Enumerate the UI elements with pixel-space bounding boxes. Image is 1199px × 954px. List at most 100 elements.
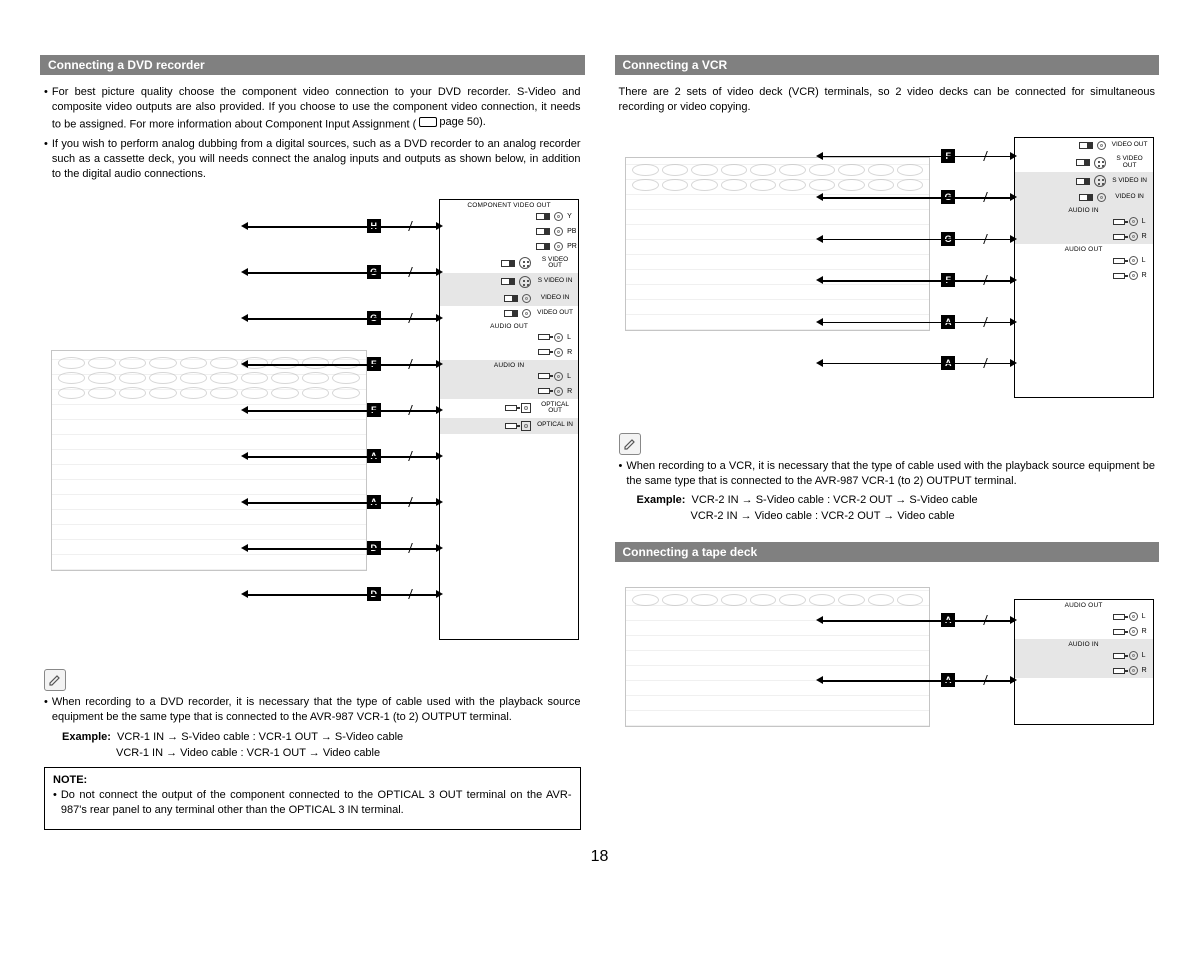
arrow-icon [436, 544, 443, 552]
cable-break-icon [983, 675, 997, 685]
device-section-title: AUDIO OUT [1015, 600, 1153, 609]
plug-icon [536, 213, 550, 220]
arrow-icon [436, 360, 443, 368]
arrow-icon [436, 406, 443, 414]
dvd-diagram: COMPONENT VIDEO OUT Y PB PR S VIDEO OUT … [40, 189, 585, 649]
plug-icon [538, 373, 550, 379]
jack-label: L [567, 373, 575, 380]
cable-break-icon [983, 192, 997, 202]
arrow-icon [816, 276, 823, 284]
device-row: VIDEO IN [1015, 190, 1153, 205]
arrow-icon [436, 222, 443, 230]
plug-icon [538, 388, 550, 394]
tape-device-box: AUDIO OUT L RAUDIO IN L R [1014, 599, 1154, 725]
rca-jack-icon [554, 348, 563, 357]
device-section-title: AUDIO OUT [1015, 244, 1153, 253]
arrow-icon [816, 235, 823, 243]
device-section-title: COMPONENT VIDEO OUT [440, 200, 578, 209]
arrow-icon [241, 268, 248, 276]
arrow-icon [436, 498, 443, 506]
dvd-header: Connecting a DVD recorder [40, 55, 585, 75]
example-label: Example: [62, 731, 111, 743]
jack-label: R [1142, 667, 1150, 674]
device-row: Y [440, 209, 578, 224]
note-text: Do not connect the output of the compone… [61, 788, 572, 818]
jack-label: R [1142, 628, 1150, 635]
device-row: L [440, 369, 578, 384]
dvd-bullet-1: • For best picture quality choose the co… [40, 85, 585, 132]
plug-icon [1113, 668, 1125, 674]
plug-icon [1113, 653, 1125, 659]
jack-label: S VIDEO OUT [535, 257, 575, 270]
device-row: R [1015, 268, 1153, 283]
device-row: R [440, 345, 578, 360]
pencil-note-icon [619, 433, 641, 455]
dvd-example: Example: VCR-1 IN → S-Video cable : VCR-… [40, 730, 585, 761]
jack-label: S VIDEO IN [1110, 178, 1150, 185]
rca-jack-icon [1129, 256, 1138, 265]
rca-jack-icon [554, 372, 563, 381]
svideo-jack-icon [1094, 175, 1106, 187]
arrow-icon [1010, 152, 1017, 160]
jack-label: S VIDEO IN [535, 278, 575, 285]
left-column: Connecting a DVD recorder • For best pic… [40, 55, 585, 830]
bullet-dot: • [44, 137, 48, 182]
page-ref-text: page 50). [439, 115, 485, 130]
jack-label: L [1142, 613, 1150, 620]
svideo-jack-icon [519, 257, 531, 269]
cable-break-icon [983, 615, 997, 625]
plug-icon [536, 228, 550, 235]
plug-icon [1113, 629, 1125, 635]
svideo-jack-icon [519, 276, 531, 288]
optical-jack-icon [521, 421, 531, 431]
arrow-icon [816, 359, 823, 367]
rca-jack-icon [1129, 612, 1138, 621]
device-row: R [1015, 624, 1153, 639]
dvd-bullet-1-main: For best picture quality choose the comp… [52, 86, 581, 130]
plug-icon [505, 423, 517, 429]
device-row: OPTICAL IN [440, 418, 578, 434]
jack-label: L [1142, 218, 1150, 225]
plug-icon [504, 310, 518, 317]
jack-label: R [1142, 272, 1150, 279]
jack-label: L [1142, 257, 1150, 264]
jack-label: L [567, 334, 575, 341]
note-box: NOTE: • Do not connect the output of the… [44, 767, 581, 830]
vcr-diagram: VIDEO OUT S VIDEO OUT S VIDEO IN VIDEO I… [615, 123, 1160, 413]
rca-jack-icon [554, 227, 563, 236]
plug-icon [536, 243, 550, 250]
arrow-icon [816, 676, 823, 684]
jack-label: PB [567, 228, 575, 235]
note-head: NOTE: [53, 774, 572, 786]
cable-break-icon [983, 151, 997, 161]
bullet-dot: • [44, 85, 48, 132]
device-row: R [1015, 663, 1153, 678]
device-row: VIDEO OUT [1015, 138, 1153, 153]
cable-break-icon [983, 358, 997, 368]
device-row: R [1015, 229, 1153, 244]
arrow-icon [241, 222, 248, 230]
dvd-record-note: • When recording to a DVD recorder, it i… [40, 695, 585, 725]
vcr-device-box: VIDEO OUT S VIDEO OUT S VIDEO IN VIDEO I… [1014, 137, 1154, 398]
page-ref: page 50). [419, 115, 485, 130]
arrow-icon [436, 314, 443, 322]
plug-icon [505, 405, 517, 411]
tape-header: Connecting a tape deck [615, 542, 1160, 562]
jack-label: PR [567, 243, 575, 250]
vcr-record-note: • When recording to a VCR, it is necessa… [615, 459, 1160, 489]
jack-label: OPTICAL OUT [535, 402, 575, 415]
jack-label: VIDEO OUT [535, 310, 575, 317]
plug-icon [504, 295, 518, 302]
arrow-icon [1010, 235, 1017, 243]
rca-jack-icon [1129, 232, 1138, 241]
arrow-icon [241, 314, 248, 322]
arrow-icon [241, 452, 248, 460]
plug-icon [501, 278, 515, 285]
device-row: S VIDEO OUT [1015, 153, 1153, 172]
pencil-note-icon [44, 669, 66, 691]
plug-icon [1113, 258, 1125, 264]
dvd-bullet-1-text: For best picture quality choose the comp… [52, 85, 581, 132]
jack-label: VIDEO OUT [1110, 142, 1150, 149]
device-row: OPTICAL OUT [440, 399, 578, 418]
rca-jack-icon [554, 212, 563, 221]
